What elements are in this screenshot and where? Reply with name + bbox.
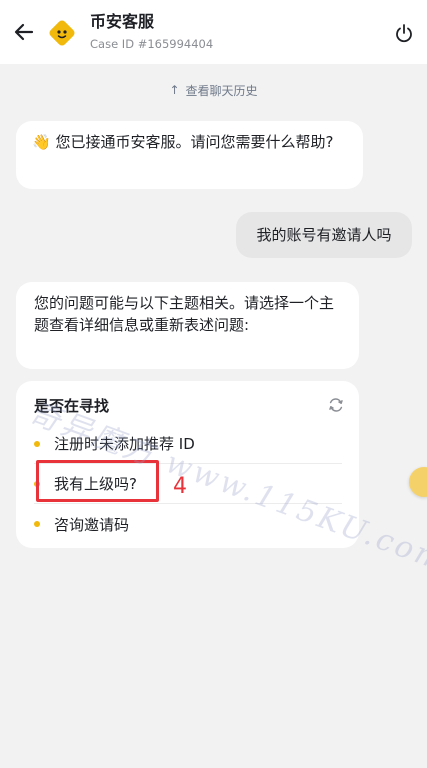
annotation-highlight-box [36, 460, 159, 502]
refresh-icon [329, 398, 343, 412]
page-title: 币安客服 [90, 12, 155, 31]
case-id: Case ID #165994404 [90, 37, 214, 51]
agent-message-text: 您的问题可能与以下主题相关。请选择一个主题查看详细信息或重新表述问题: [34, 294, 335, 334]
support-bot-icon [49, 20, 75, 46]
arrow-up-icon: ↑ [169, 83, 180, 97]
user-message-text: 我的账号有邀请人吗 [256, 226, 392, 244]
view-history-label: 查看聊天历史 [185, 83, 258, 98]
user-message: 我的账号有邀请人吗 [236, 212, 412, 258]
chat-header: 币安客服 Case ID #165994404 [0, 0, 427, 64]
title-block: 币安客服 Case ID #165994404 [90, 11, 213, 53]
suggestion-option[interactable]: 注册时未添加推荐 ID [34, 424, 342, 464]
avatar [46, 17, 78, 49]
refresh-button[interactable] [327, 396, 345, 414]
suggestion-label: 咨询邀请码 [54, 515, 130, 534]
suggestions-title: 是否在寻找 [34, 397, 110, 415]
arrow-left-icon [14, 23, 34, 41]
agent-message: 👋 您已接通币安客服。请问您需要什么帮助? [16, 121, 363, 189]
bullet-dot [34, 440, 40, 447]
agent-message-text: 您已接通币安客服。请问您需要什么帮助? [55, 133, 334, 151]
agent-message: 您的问题可能与以下主题相关。请选择一个主题查看详细信息或重新表述问题: [16, 282, 359, 369]
floating-assistant-icon[interactable] [409, 467, 427, 497]
back-button[interactable] [10, 18, 38, 46]
suggestion-label: 注册时未添加推荐 ID [54, 435, 195, 453]
annotation-number: 4 [173, 474, 187, 499]
bullet-dot [34, 521, 40, 527]
view-history-link[interactable]: ↑ 查看聊天历史 [0, 80, 427, 100]
power-icon [396, 24, 412, 43]
suggestion-option[interactable]: 咨询邀请码 [34, 504, 342, 544]
end-chat-button[interactable] [391, 20, 417, 46]
wave-emoji-icon: 👋 [32, 133, 51, 151]
